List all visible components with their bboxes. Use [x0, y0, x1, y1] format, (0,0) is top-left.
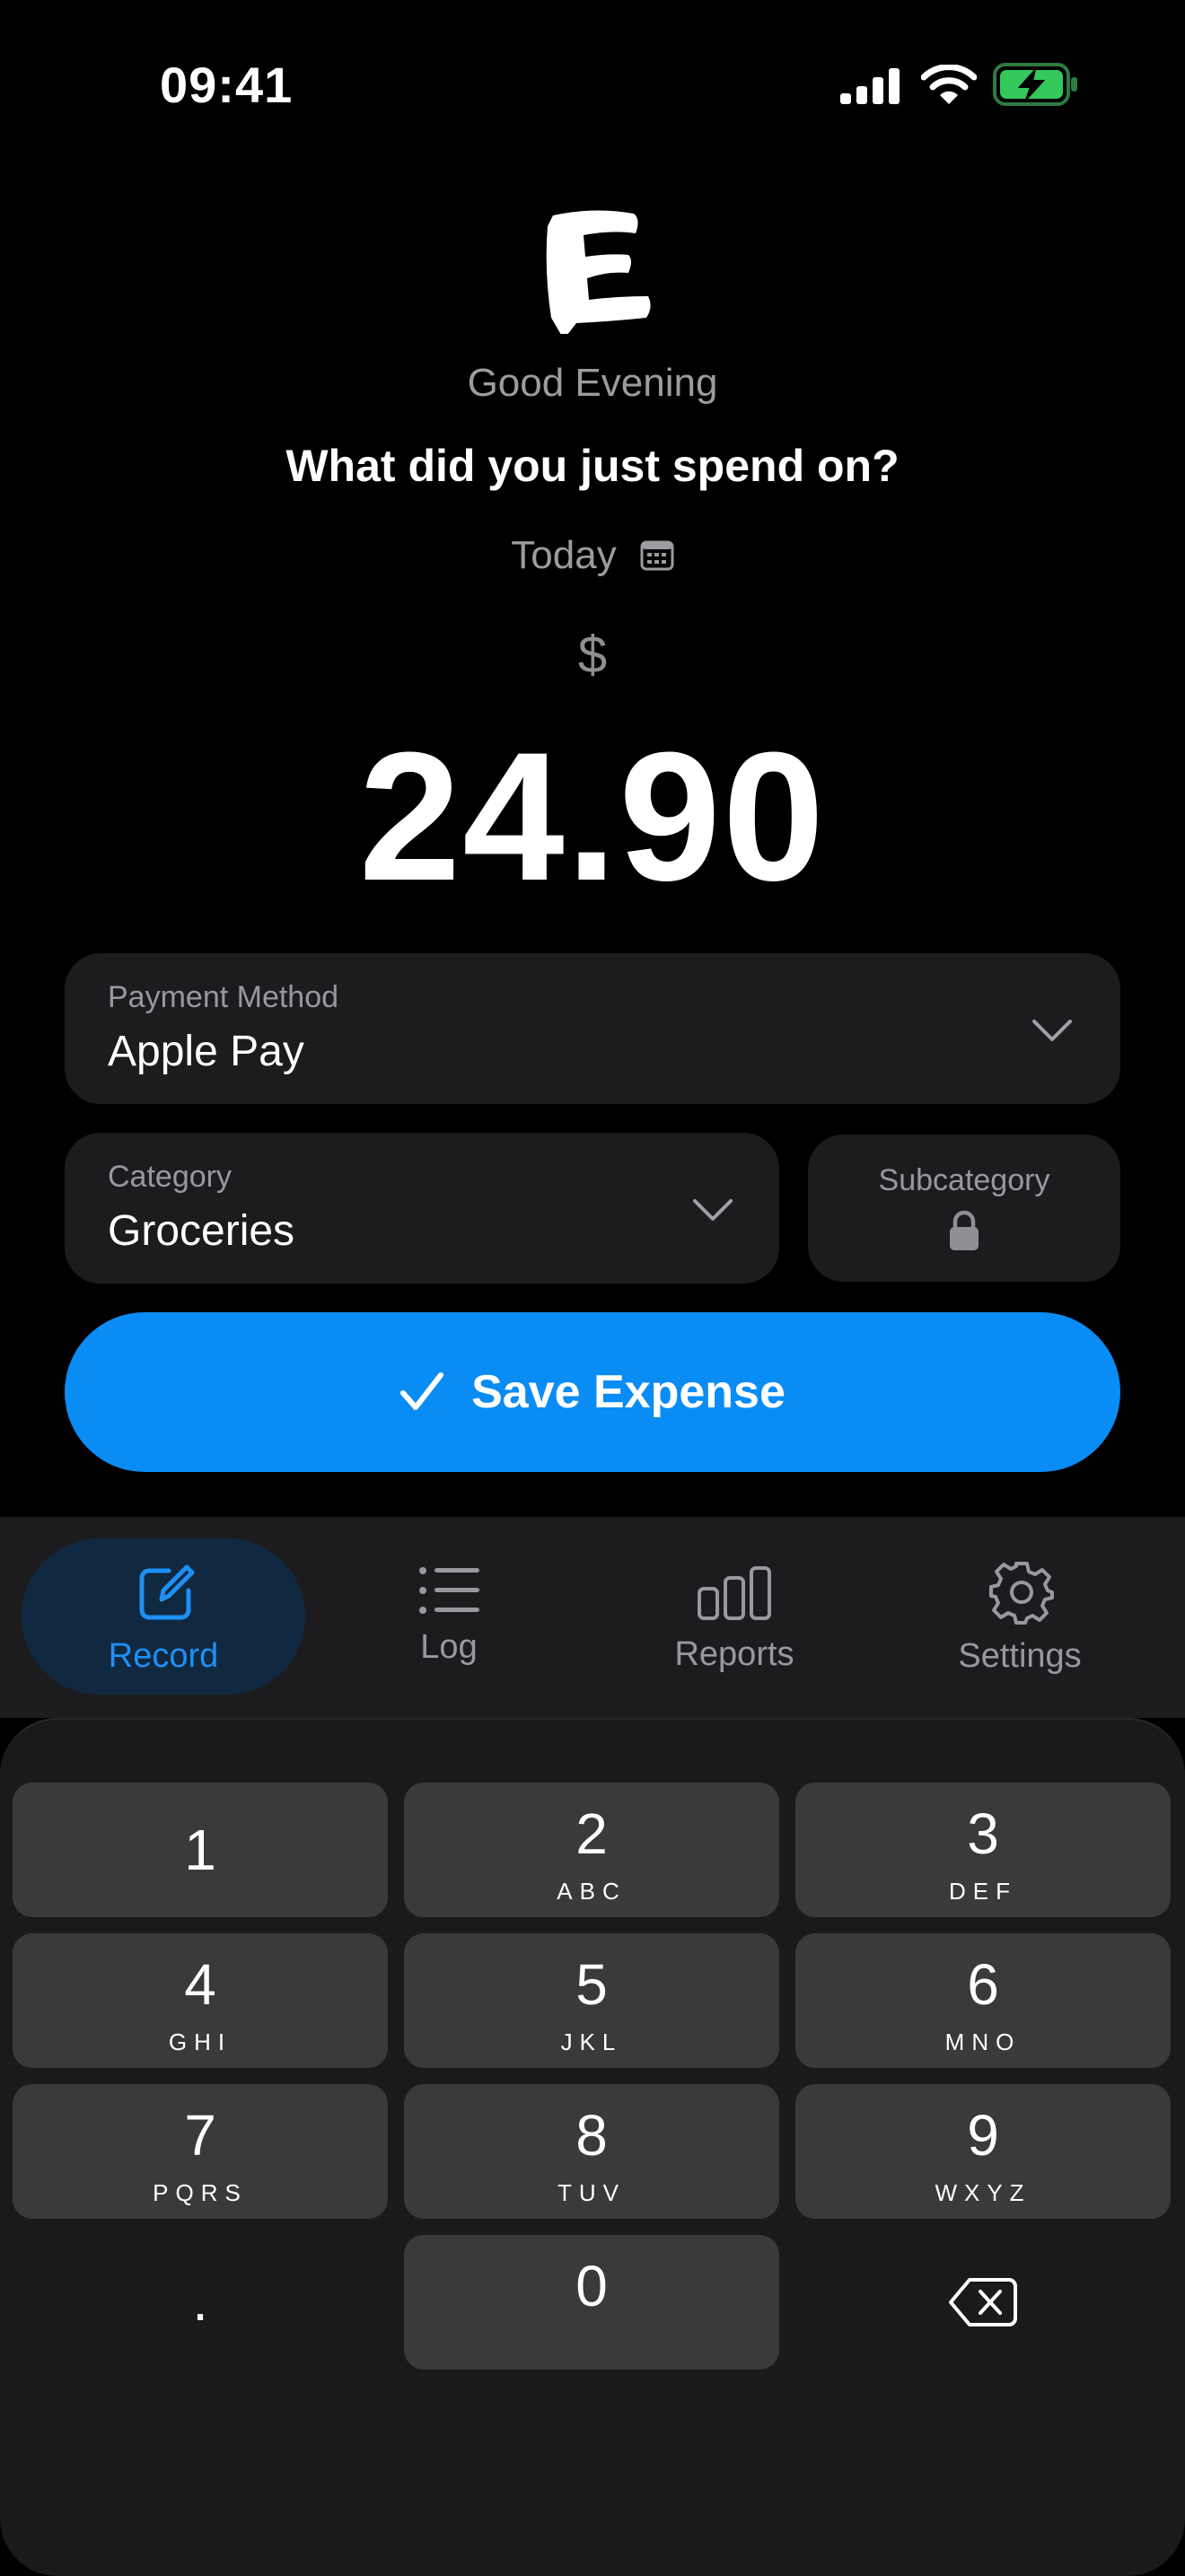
- key-8-digit: 8: [575, 2103, 608, 2168]
- key-7[interactable]: 7 PQRS: [13, 2084, 388, 2219]
- tab-bar: Record Log Reports Settings: [0, 1517, 1185, 1718]
- payment-method-dropdown[interactable]: Payment Method Apple Pay: [65, 953, 1120, 1104]
- date-selector[interactable]: Today: [0, 533, 1185, 578]
- key-5-letters: JKL: [560, 2028, 623, 2055]
- tab-reports[interactable]: Reports: [592, 1538, 876, 1695]
- bar-chart-icon: [698, 1566, 771, 1620]
- subcategory-dropdown[interactable]: Subcategory: [808, 1135, 1120, 1282]
- key-5-digit: 5: [575, 1952, 608, 2017]
- subcategory-label: Subcategory: [878, 1163, 1050, 1197]
- key-delete[interactable]: [795, 2235, 1171, 2370]
- key-4[interactable]: 4 GHI: [13, 1933, 388, 2068]
- category-value: Groceries: [108, 1207, 295, 1255]
- status-icons: [838, 63, 1081, 110]
- status-bar: 09:41: [0, 0, 1185, 171]
- key-0[interactable]: 0: [404, 2235, 779, 2370]
- amount-display[interactable]: 24.90: [0, 718, 1185, 916]
- key-9-digit: 9: [967, 2103, 999, 2168]
- category-label: Category: [108, 1160, 232, 1194]
- key-0-digit: 0: [575, 2254, 608, 2318]
- calendar-icon: [640, 540, 674, 571]
- prompt-heading: What did you just spend on?: [285, 441, 900, 491]
- tab-reports-label: Reports: [674, 1635, 794, 1673]
- key-3-letters: DEF: [949, 1878, 1017, 1905]
- key-3[interactable]: 3 DEF: [795, 1783, 1171, 1917]
- currency-symbol: $: [577, 626, 608, 684]
- key-8[interactable]: 8 TUV: [404, 2084, 779, 2219]
- tab-log[interactable]: Log: [307, 1538, 591, 1695]
- cellular-signal-icon: [840, 68, 900, 104]
- tab-settings-label: Settings: [958, 1637, 1082, 1675]
- app-logo: [546, 210, 651, 334]
- key-1-digit: 1: [184, 1818, 216, 1882]
- key-6[interactable]: 6 MNO: [795, 1933, 1171, 2068]
- status-time: 09:41: [160, 57, 294, 113]
- key-5[interactable]: 5 JKL: [404, 1933, 779, 2068]
- payment-method-value: Apple Pay: [108, 1028, 304, 1075]
- tab-settings[interactable]: Settings: [878, 1538, 1162, 1695]
- key-6-letters: MNO: [944, 2028, 1022, 2055]
- key-4-letters: GHI: [168, 2028, 233, 2055]
- save-expense-label: Save Expense: [471, 1366, 786, 1418]
- compose-icon: [139, 1564, 195, 1620]
- category-dropdown[interactable]: Category Groceries: [65, 1133, 779, 1284]
- key-4-digit: 4: [184, 1952, 216, 2017]
- key-9-letters: WXYZ: [935, 2179, 1031, 2206]
- greeting-text: Good Evening: [467, 361, 718, 405]
- chevron-down-icon: [1032, 1020, 1072, 1041]
- tab-record-label: Record: [108, 1637, 219, 1675]
- key-decimal[interactable]: .: [13, 2235, 388, 2370]
- tab-record[interactable]: Record: [22, 1538, 305, 1695]
- key-9[interactable]: 9 WXYZ: [795, 2084, 1171, 2219]
- save-expense-button[interactable]: Save Expense: [65, 1312, 1120, 1472]
- backspace-icon: [949, 2278, 1017, 2326]
- key-8-letters: TUV: [557, 2179, 626, 2206]
- key-6-digit: 6: [967, 1952, 999, 2017]
- key-7-letters: PQRS: [153, 2179, 248, 2206]
- key-7-digit: 7: [184, 2103, 216, 2168]
- key-2-letters: ABC: [557, 1878, 627, 1905]
- key-3-digit: 3: [967, 1801, 999, 1866]
- tab-log-label: Log: [420, 1628, 478, 1666]
- checkmark-icon: [400, 1372, 444, 1410]
- gear-icon: [989, 1562, 1054, 1625]
- wifi-icon: [921, 65, 977, 104]
- lock-icon: [950, 1210, 979, 1250]
- payment-method-label: Payment Method: [108, 980, 339, 1014]
- key-2[interactable]: 2 ABC: [404, 1783, 779, 1917]
- list-icon: [419, 1567, 479, 1614]
- numeric-keypad: 1 2 ABC 3 DEF 4 GHI 5 JKL 6 MNO 7 PQRS 8…: [0, 1718, 1185, 2576]
- key-1[interactable]: 1: [13, 1783, 388, 1917]
- chevron-down-icon: [693, 1199, 733, 1221]
- key-decimal-label: .: [192, 2268, 208, 2333]
- battery-charging-icon: [993, 63, 1077, 106]
- key-2-digit: 2: [575, 1801, 608, 1866]
- date-label: Today: [511, 533, 617, 577]
